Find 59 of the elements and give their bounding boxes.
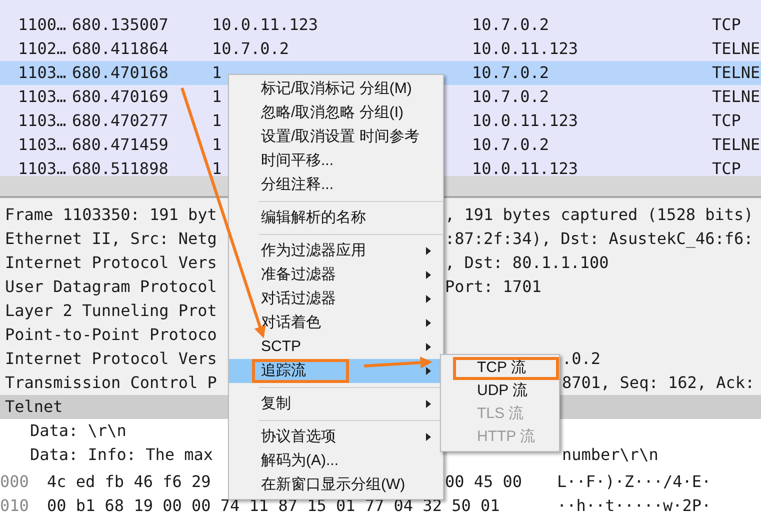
table-cell-text: TELNE (712, 38, 761, 60)
table-cell-text: TCP (712, 110, 742, 132)
detail-text: Internet Protocol Vers (5, 348, 217, 370)
detail-text: Layer 2 Tunneling Prot (5, 300, 217, 322)
detail-text: Ethernet II, Src: Netg (5, 228, 217, 250)
detail-text: Data: Info: The max (30, 444, 214, 466)
detail-text: , 191 bytes captured (1528 bits) (445, 204, 754, 226)
detail-text: Port: 1701 (445, 276, 542, 298)
table-cell-text: 1 (212, 110, 222, 132)
table-cell-text: 680.135007 (72, 14, 170, 36)
table-cell-text: TELNE (712, 86, 761, 108)
table-cell-text: 1103… (18, 86, 68, 108)
hex-offset: 000 (0, 471, 29, 493)
table-cell-text: 680.470277 (72, 110, 170, 132)
detail-text: Telnet (5, 396, 63, 418)
table-cell-text: 10.7.0.2 (472, 14, 550, 36)
table-cell-text: 1103… (18, 110, 68, 132)
detail-text: Frame 1103350: 191 byt (5, 204, 217, 226)
table-cell-text: 10.7.0.2 (472, 86, 550, 108)
hex-offset: 010 (0, 495, 29, 514)
table-cell-text: 10.7.0.2 (472, 62, 550, 84)
table-cell-text: 10.0.11.123 (212, 14, 318, 36)
table-cell-text: 680.470169 (72, 86, 170, 108)
detail-text: Transmission Control P (5, 372, 217, 394)
table-cell-text: 680.470168 (72, 62, 170, 84)
hex-ascii: ··h··t·····w·2P· (557, 495, 712, 514)
detail-text: Point-to-Point Protoco (5, 324, 217, 346)
hex-bytes: 4c ed fb 46 f6 29 (47, 471, 211, 493)
table-cell-text: 680.511898 (72, 158, 170, 176)
table-cell-text: TELNE (712, 134, 761, 156)
table-cell-text: 1 (212, 158, 222, 176)
table-cell-text: 1103… (18, 134, 68, 156)
table-cell-text: 10.0.11.123 (472, 38, 579, 60)
table-cell-text: 1100… (18, 14, 68, 36)
table-cell-text: TCP (712, 14, 742, 36)
detail-text: .0.2 (562, 348, 602, 370)
table-cell-text: 1103… (18, 62, 68, 84)
table-cell-text: 10.0.11.123 (472, 158, 579, 176)
detail-text: Data: \r\n (30, 420, 126, 442)
table-cell-text: TELNE (712, 62, 761, 84)
table-cell-text: 1 (212, 86, 222, 108)
table-cell-text: 1103… (18, 158, 68, 176)
table-cell-text: 10.7.0.2 (472, 134, 550, 156)
table-cell-text: 1 (212, 62, 222, 84)
hex-ascii: L··F·)·Z···/4·E· (557, 471, 712, 493)
table-cell-text: TCP (712, 158, 742, 176)
table-cell-text: 10.7.0.2 (212, 38, 290, 60)
table-cell-text: 680.411864 (72, 38, 170, 60)
detail-text: User Datagram Protocol (5, 276, 217, 298)
detail-text: number\r\n (562, 444, 660, 466)
table-cell-text: 1102… (18, 38, 68, 60)
detail-text: , Dst: 80.1.1.100 (445, 252, 610, 274)
detail-text: Internet Protocol Vers (5, 252, 217, 274)
table-cell-text: 1 (212, 134, 222, 156)
detail-text: 8701, Seq: 162, Ack: (562, 372, 756, 394)
table-cell-text: 680.471459 (72, 134, 170, 156)
hex-bytes: 00 45 00 (445, 471, 524, 493)
table-cell-text: 10.0.11.123 (472, 110, 579, 132)
detail-text: :87:2f:34), Dst: AsustekC_46:f6: (445, 228, 754, 250)
